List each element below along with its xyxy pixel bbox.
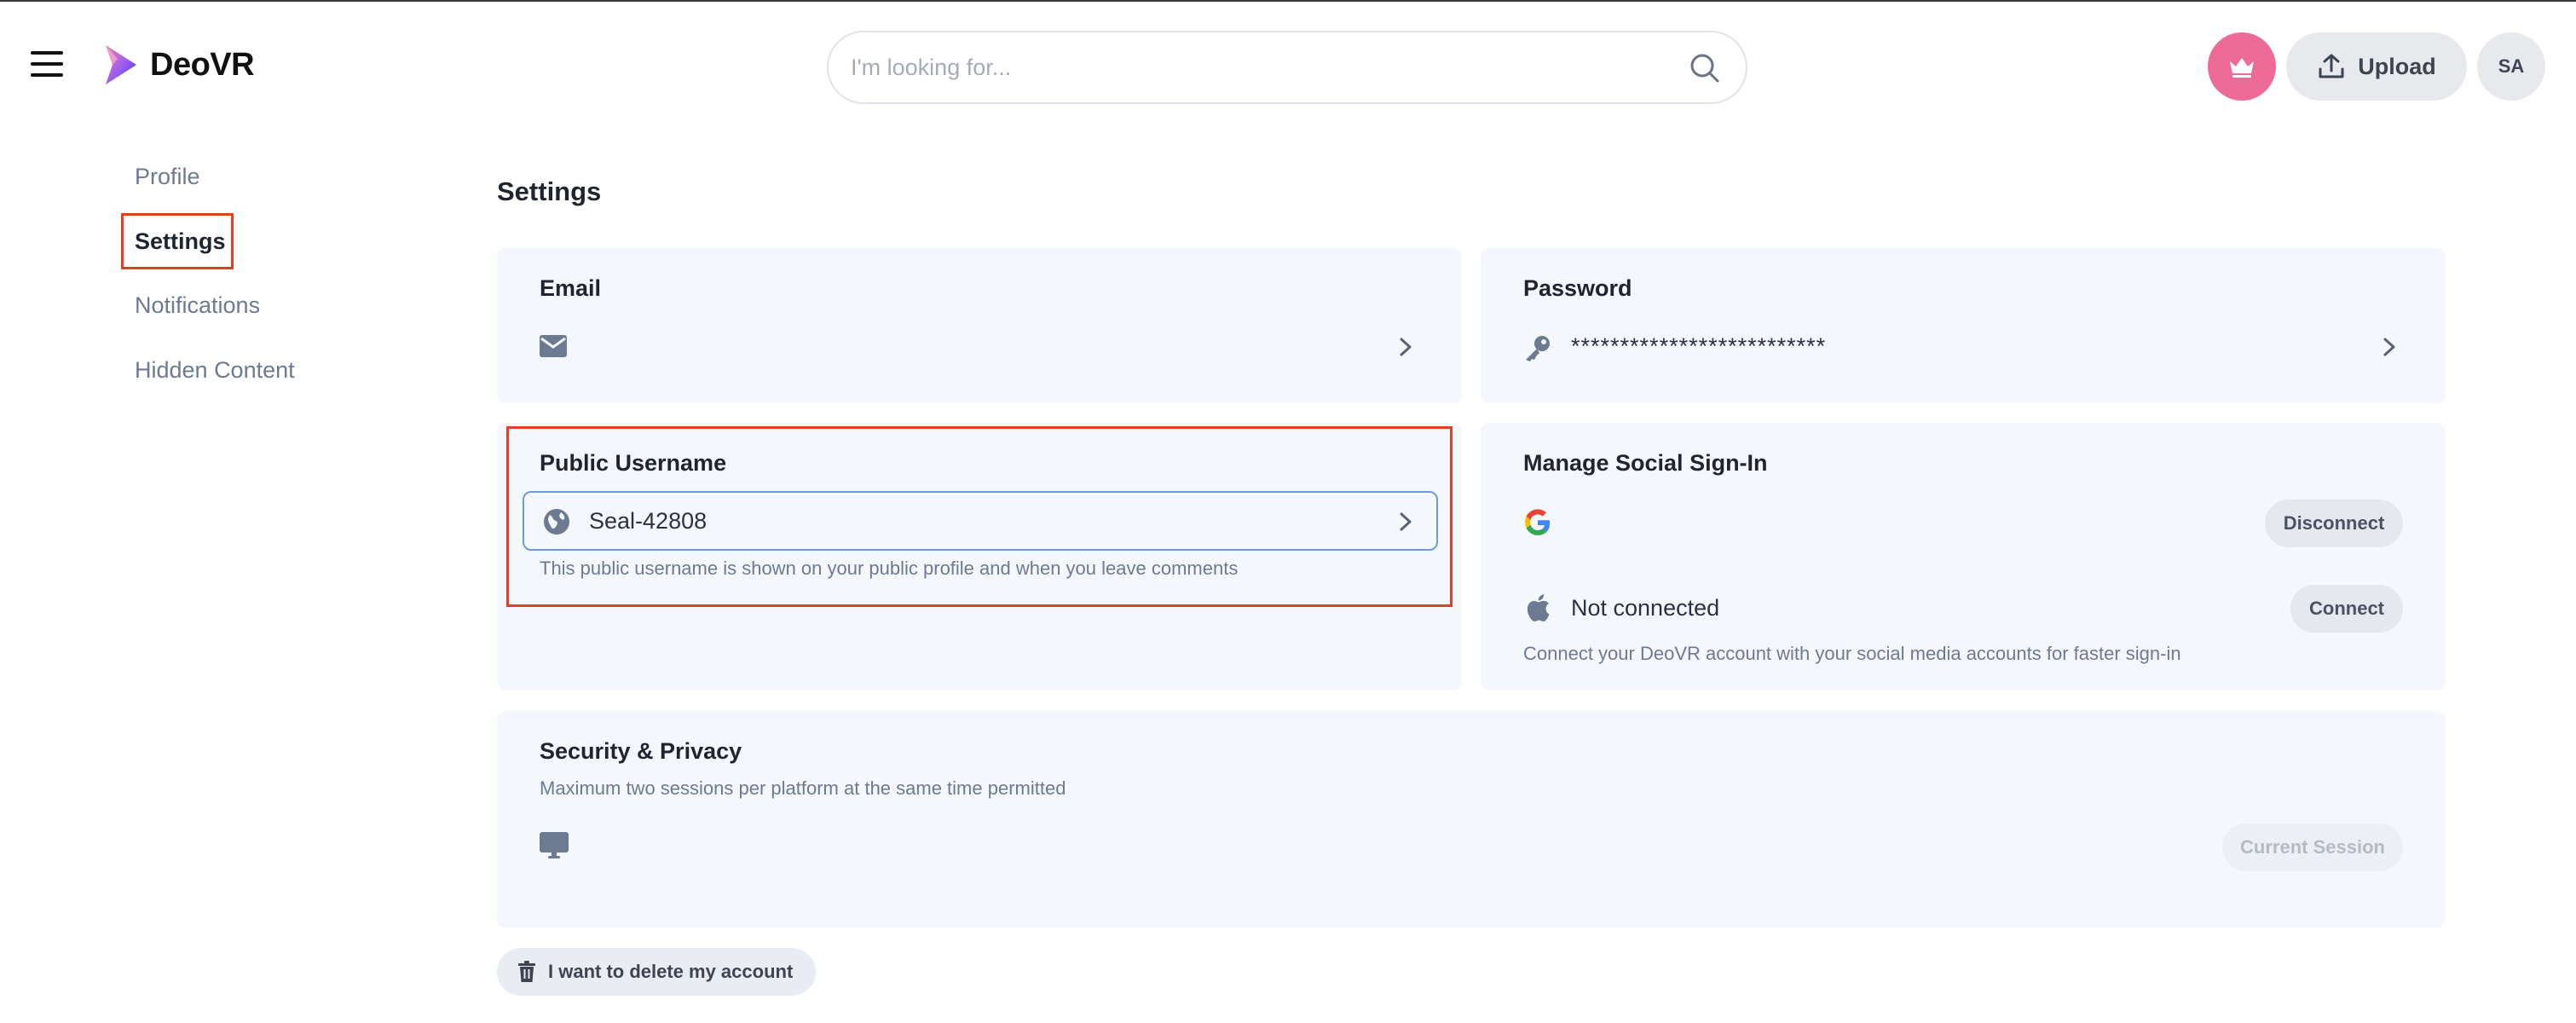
user-avatar[interactable]: SA xyxy=(2477,32,2545,101)
brand-name: DeoVR xyxy=(150,46,255,83)
search-icon[interactable] xyxy=(1688,51,1722,85)
social-signin-title: Manage Social Sign-In xyxy=(1523,450,1768,476)
delete-account-button[interactable]: I want to delete my account xyxy=(497,948,816,996)
email-card[interactable]: Email xyxy=(497,248,1462,403)
password-masked-value: ************************** xyxy=(1571,333,1827,359)
upload-label: Upload xyxy=(2358,53,2436,79)
sidebar-item-notifications[interactable]: Notifications xyxy=(135,292,260,319)
chevron-right-icon[interactable] xyxy=(2381,337,2398,357)
social-signin-card: Manage Social Sign-In Disconnect Not con… xyxy=(1481,423,2446,691)
security-privacy-card: Security & Privacy Maximum two sessions … xyxy=(497,711,2446,928)
search-bar xyxy=(827,31,1747,104)
social-signin-help: Connect your DeoVR account with your soc… xyxy=(1523,643,2181,664)
sidebar-item-profile[interactable]: Profile xyxy=(135,164,200,190)
page-title: Settings xyxy=(497,176,602,206)
current-session-button: Current Session xyxy=(2222,824,2403,871)
google-disconnect-button[interactable]: Disconnect xyxy=(2265,500,2403,547)
monitor-icon xyxy=(540,832,569,858)
hamburger-menu-icon[interactable] xyxy=(31,51,63,77)
deovr-logo-icon xyxy=(106,45,136,84)
security-privacy-title: Security & Privacy xyxy=(540,738,742,764)
premium-button[interactable] xyxy=(2208,32,2276,101)
upload-button[interactable]: Upload xyxy=(2286,32,2467,101)
sidebar-settings-highlight xyxy=(121,213,234,269)
delete-account-label: I want to delete my account xyxy=(548,961,794,982)
upload-icon xyxy=(2319,54,2344,78)
top-header: DeoVR Upload SA xyxy=(0,2,2576,130)
key-icon xyxy=(1526,336,1550,361)
password-title: Password xyxy=(1523,275,1632,301)
password-card[interactable]: Password ************************** xyxy=(1481,248,2446,403)
chevron-right-icon[interactable] xyxy=(1397,337,1414,357)
envelope-icon xyxy=(540,335,567,357)
search-input[interactable] xyxy=(851,32,1669,102)
security-privacy-help: Maximum two sessions per platform at the… xyxy=(540,777,1066,799)
email-title: Email xyxy=(540,275,602,301)
brand-logo[interactable]: DeoVR xyxy=(101,41,255,89)
trash-icon xyxy=(518,961,535,982)
apple-icon xyxy=(1527,594,1550,621)
apple-status: Not connected xyxy=(1571,595,1720,621)
crown-icon xyxy=(2230,58,2254,78)
username-highlight-box xyxy=(506,426,1453,607)
apple-connect-button[interactable]: Connect xyxy=(2290,585,2403,633)
sidebar-item-hidden-content[interactable]: Hidden Content xyxy=(135,357,295,384)
google-icon xyxy=(1525,509,1551,535)
